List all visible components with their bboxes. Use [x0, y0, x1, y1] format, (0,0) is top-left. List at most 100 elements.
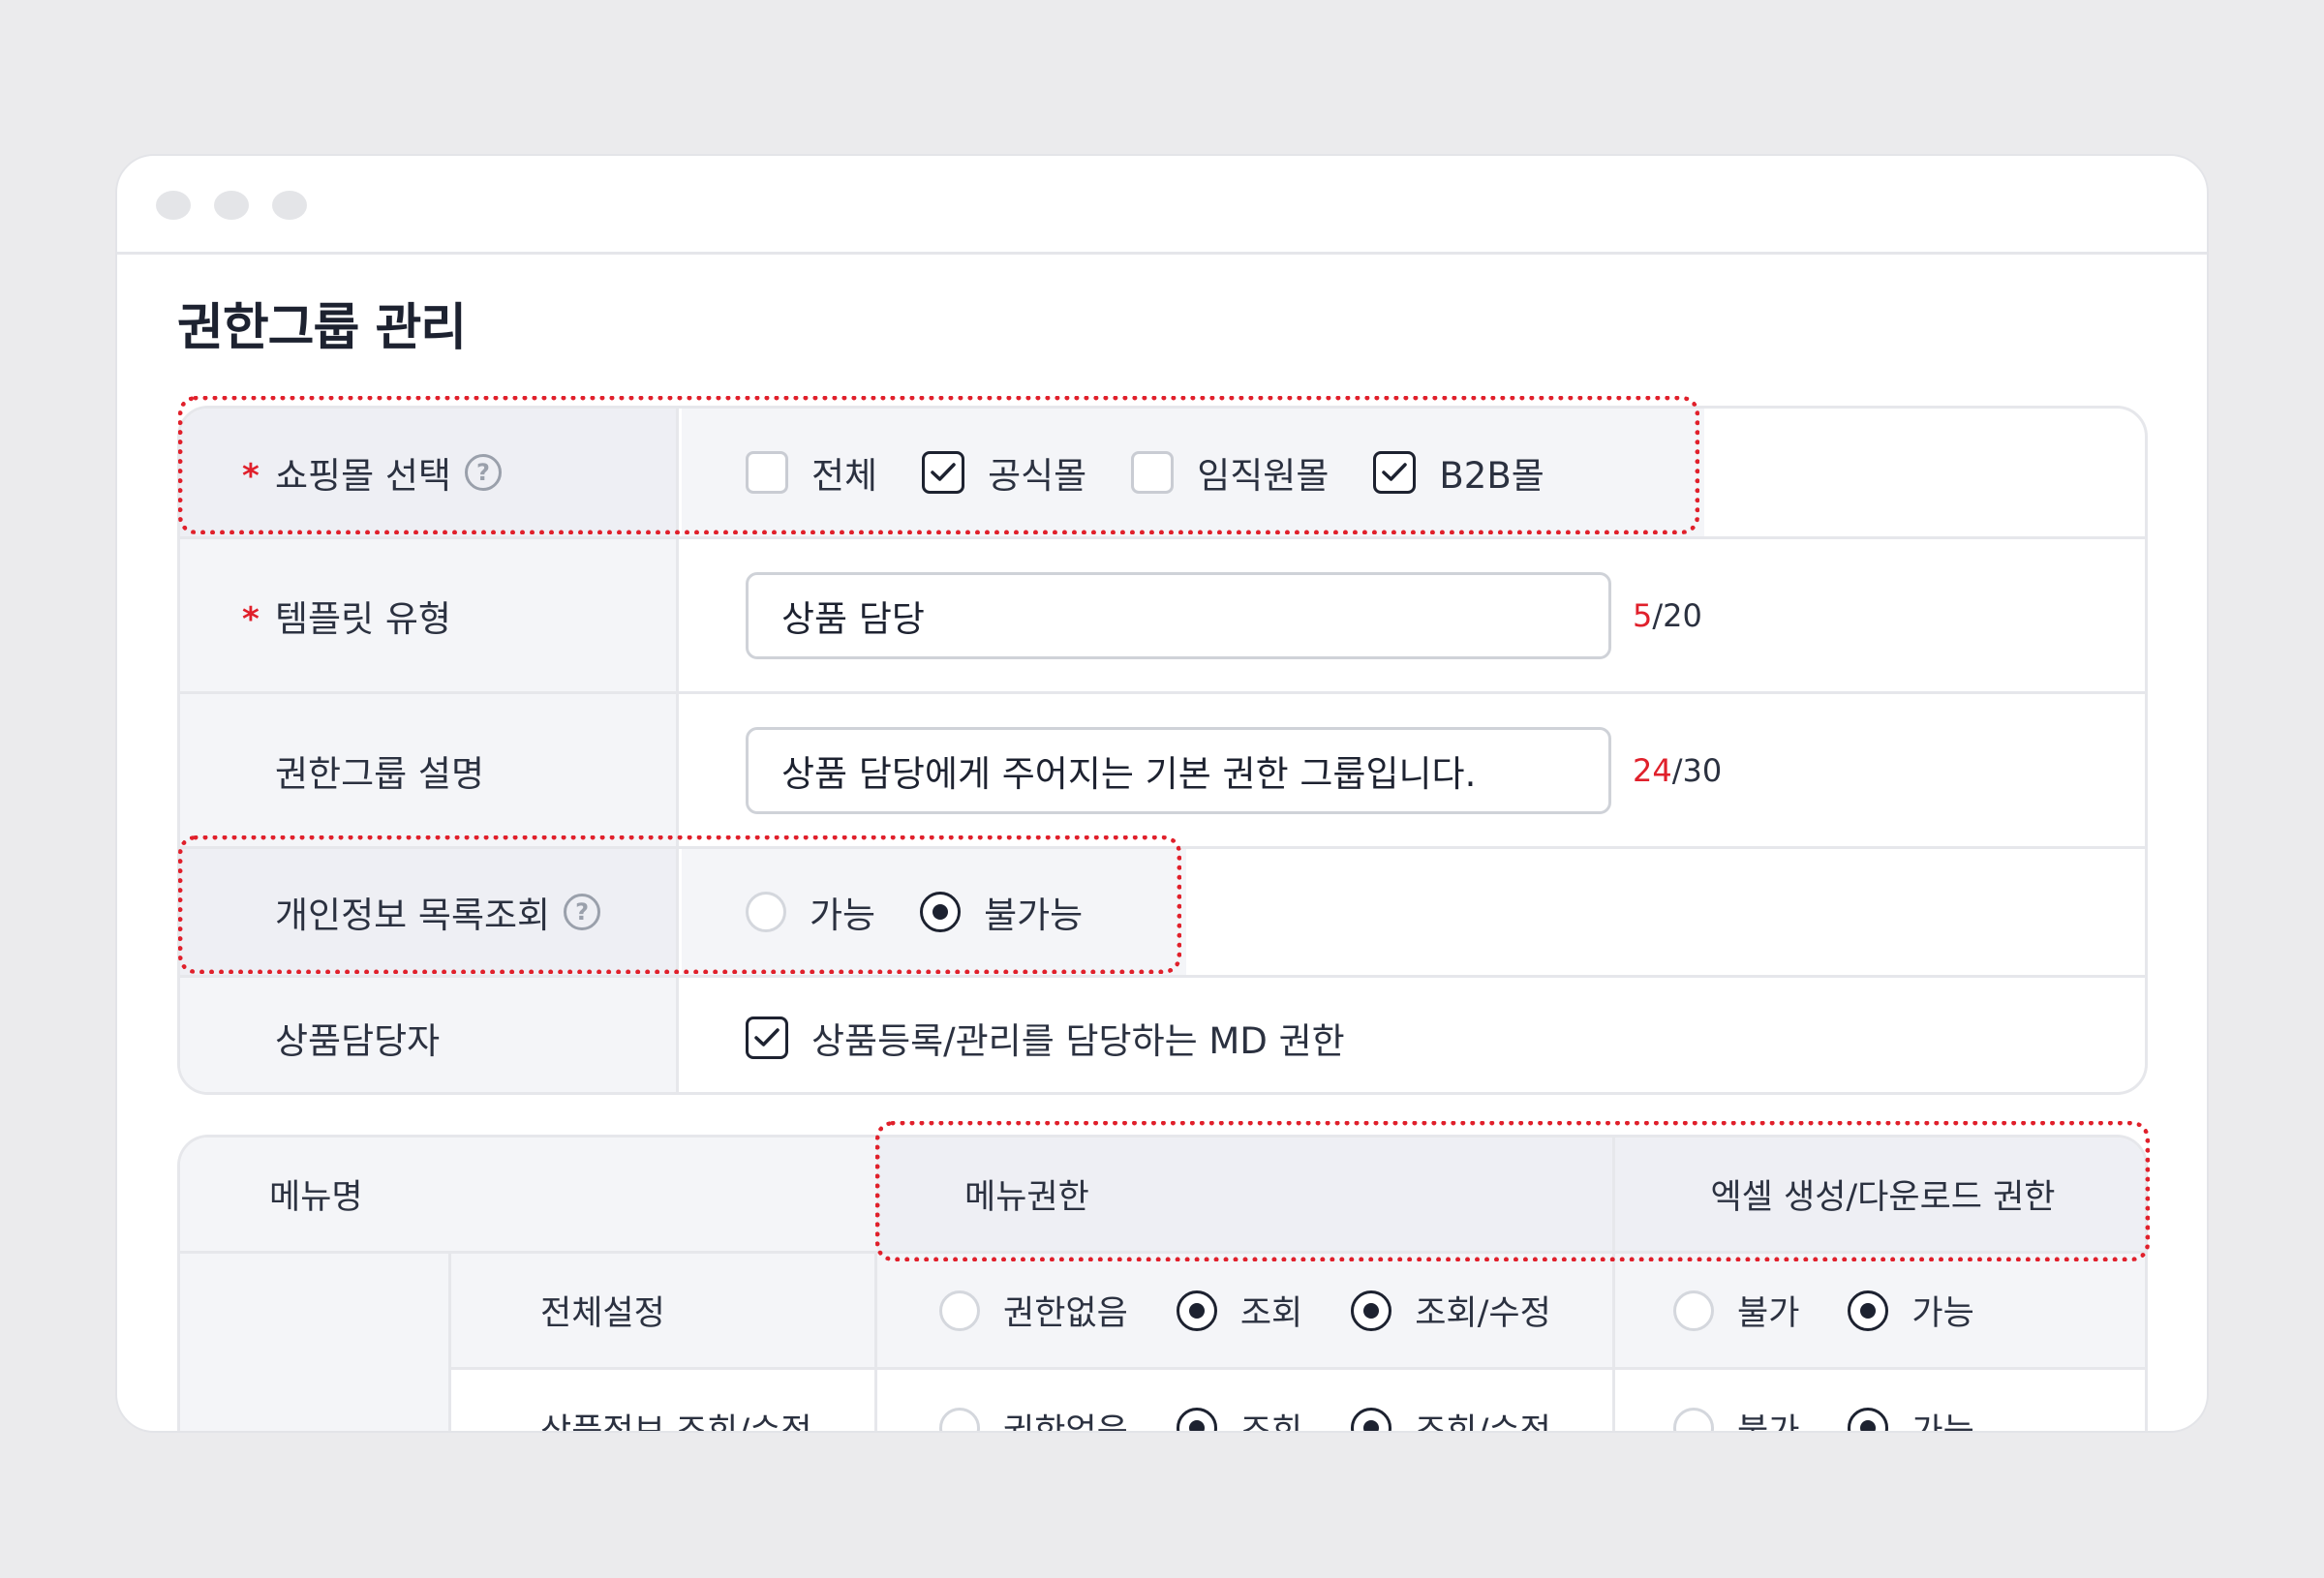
menu-name: 전체설정	[540, 1294, 665, 1333]
checkbox-checked-icon[interactable]	[922, 451, 965, 494]
header-menu-label: 메뉴명	[269, 1178, 363, 1217]
option-label: 권한없음	[1003, 1411, 1128, 1433]
radio-selected-icon[interactable]	[1351, 1408, 1392, 1431]
header-menu-permission: 메뉴권한	[877, 1138, 1615, 1254]
excel-permission-cell: 불가 가능	[1615, 1254, 2145, 1370]
menu-name: 상품정보 조회/수정	[540, 1411, 812, 1433]
checkbox-icon[interactable]	[1131, 451, 1175, 494]
mall-option-label: 임직원몰	[1197, 455, 1330, 497]
excel-deny-option[interactable]: 불가	[1673, 1404, 1800, 1433]
mall-option-employee[interactable]: 임직원몰	[1131, 446, 1329, 499]
description-value-cell: 상품 담당에게 주어지는 기본 권한 그룹입니다. 24/30	[682, 694, 2145, 846]
checkbox-icon[interactable]	[746, 451, 788, 494]
privacy-label-cell: 개인정보 목록조회 ?	[180, 849, 679, 975]
window-maximize-dot[interactable]	[272, 191, 307, 220]
manager-checkbox-label: 상품등록/관리를 담당하는 MD 권한	[811, 1020, 1345, 1062]
counter-current: 5	[1633, 596, 1653, 634]
option-label: 조회/수정	[1415, 1411, 1551, 1433]
radio-selected-icon[interactable]	[1848, 1408, 1889, 1431]
description-char-counter: 24/30	[1633, 752, 1722, 789]
mall-option-label: B2B몰	[1439, 455, 1544, 497]
check-icon	[754, 1028, 780, 1047]
privacy-option-label: 가능	[810, 895, 876, 936]
radio-selected-icon[interactable]	[920, 892, 962, 932]
perm-none-option[interactable]: 권한없음	[939, 1286, 1128, 1335]
counter-current: 24	[1633, 751, 1672, 789]
mall-option-all[interactable]: 전체	[746, 446, 877, 499]
radio-icon[interactable]	[939, 1408, 980, 1431]
privacy-label: 개인정보 목록조회	[275, 895, 551, 936]
checkbox-checked-icon[interactable]	[1373, 451, 1417, 494]
manager-label-cell: 상품담당자	[180, 978, 679, 1092]
menu-name-cell: 전체설정	[451, 1254, 877, 1370]
template-char-counter: 5/20	[1633, 597, 1702, 634]
perm-edit-option[interactable]: 조회/수정	[1351, 1286, 1551, 1335]
manager-label: 상품담당자	[275, 1020, 441, 1062]
radio-icon[interactable]	[1673, 1408, 1714, 1431]
option-label: 가능	[1911, 1411, 1974, 1433]
help-icon[interactable]: ?	[464, 454, 502, 491]
option-label: 조회	[1239, 1294, 1303, 1333]
mall-options: 전체 공식몰 임직원몰 B2B몰	[682, 409, 1704, 536]
perm-view-option[interactable]: 조회	[1176, 1404, 1303, 1433]
checkbox-checked-icon[interactable]	[746, 1017, 788, 1059]
perm-none-option[interactable]: 권한없음	[939, 1404, 1128, 1433]
template-input[interactable]: 상품 담당	[746, 571, 1611, 659]
counter-max: /30	[1671, 751, 1723, 789]
header-menu-perm-label: 메뉴권한	[964, 1178, 1089, 1217]
perm-view-option[interactable]: 조회	[1176, 1286, 1303, 1335]
mall-option-b2b[interactable]: B2B몰	[1373, 446, 1544, 499]
option-label: 조회	[1239, 1411, 1303, 1433]
option-label: 가능	[1911, 1294, 1974, 1333]
description-input[interactable]: 상품 담당에게 주어지는 기본 권한 그룹입니다.	[746, 726, 1611, 814]
mall-option-label: 전체	[811, 455, 878, 497]
menu-permission-cell: 권한없음 조회 조회/수정	[877, 1254, 1615, 1370]
template-label-cell: * 템플릿 유형	[180, 539, 679, 691]
perm-edit-option[interactable]: 조회/수정	[1351, 1404, 1551, 1433]
radio-selected-icon[interactable]	[1176, 1408, 1217, 1431]
option-label: 권한없음	[1003, 1294, 1128, 1333]
template-value-cell: 상품 담당 5/20	[682, 539, 2145, 691]
manager-md-option[interactable]: 상품등록/관리를 담당하는 MD 권한	[746, 1012, 1345, 1064]
option-label: 불가	[1737, 1294, 1800, 1333]
form-row-template: * 템플릿 유형 상품 담당 5/20	[180, 539, 2145, 694]
description-label-cell: 권한그룹 설명	[180, 694, 679, 846]
radio-icon[interactable]	[939, 1290, 980, 1331]
option-label: 조회/수정	[1415, 1294, 1551, 1333]
check-icon	[1382, 463, 1408, 481]
template-label: 템플릿 유형	[275, 597, 451, 640]
manager-value-cell: 상품등록/관리를 담당하는 MD 권한	[682, 978, 2145, 1092]
excel-allow-option[interactable]: 가능	[1848, 1286, 1974, 1335]
window-close-dot[interactable]	[156, 191, 191, 220]
privacy-option-deny[interactable]: 불가능	[920, 886, 1083, 938]
counter-max: /20	[1652, 596, 1702, 634]
page-title: 권한그룹 관리	[177, 299, 467, 357]
window-titlebar	[117, 156, 2207, 255]
radio-icon[interactable]	[746, 892, 786, 932]
radio-selected-icon[interactable]	[1176, 1290, 1217, 1331]
menu-name-cell: 상품정보 조회/수정	[451, 1370, 877, 1433]
permission-group-form: * 쇼핑몰 선택 ? 전체 공식몰 임직원몰 B2B몰 * 템플릿 유형 상품 …	[177, 406, 2148, 1095]
form-row-description: 권한그룹 설명 상품 담당에게 주어지는 기본 권한 그룹입니다. 24/30	[180, 694, 2145, 849]
permission-table: 메뉴명 메뉴권한 엑셀 생성/다운로드 권한 전체설정 권한없음 조회 조회/수…	[177, 1135, 2148, 1433]
required-mark: *	[242, 599, 260, 639]
privacy-option-label: 불가능	[984, 895, 1084, 936]
header-excel-permission: 엑셀 생성/다운로드 권한	[1615, 1138, 2145, 1254]
mall-option-official[interactable]: 공식몰	[922, 446, 1086, 499]
help-icon[interactable]: ?	[564, 894, 601, 930]
header-menu-name: 메뉴명	[180, 1138, 877, 1254]
excel-deny-option[interactable]: 불가	[1673, 1286, 1799, 1335]
privacy-option-allow[interactable]: 가능	[746, 886, 875, 938]
check-icon	[931, 463, 956, 481]
excel-permission-cell: 불가 가능	[1615, 1370, 2145, 1433]
mall-label: 쇼핑몰 선택	[275, 455, 451, 497]
window-minimize-dot[interactable]	[214, 191, 249, 220]
menu-group-cell	[180, 1254, 451, 1431]
header-excel-perm-label: 엑셀 생성/다운로드 권한	[1710, 1178, 2056, 1217]
radio-selected-icon[interactable]	[1848, 1290, 1889, 1331]
radio-icon[interactable]	[1673, 1290, 1714, 1331]
radio-selected-icon[interactable]	[1351, 1290, 1392, 1331]
mall-option-label: 공식몰	[988, 455, 1087, 497]
option-label: 불가	[1737, 1411, 1800, 1433]
excel-allow-option[interactable]: 가능	[1848, 1404, 1974, 1433]
